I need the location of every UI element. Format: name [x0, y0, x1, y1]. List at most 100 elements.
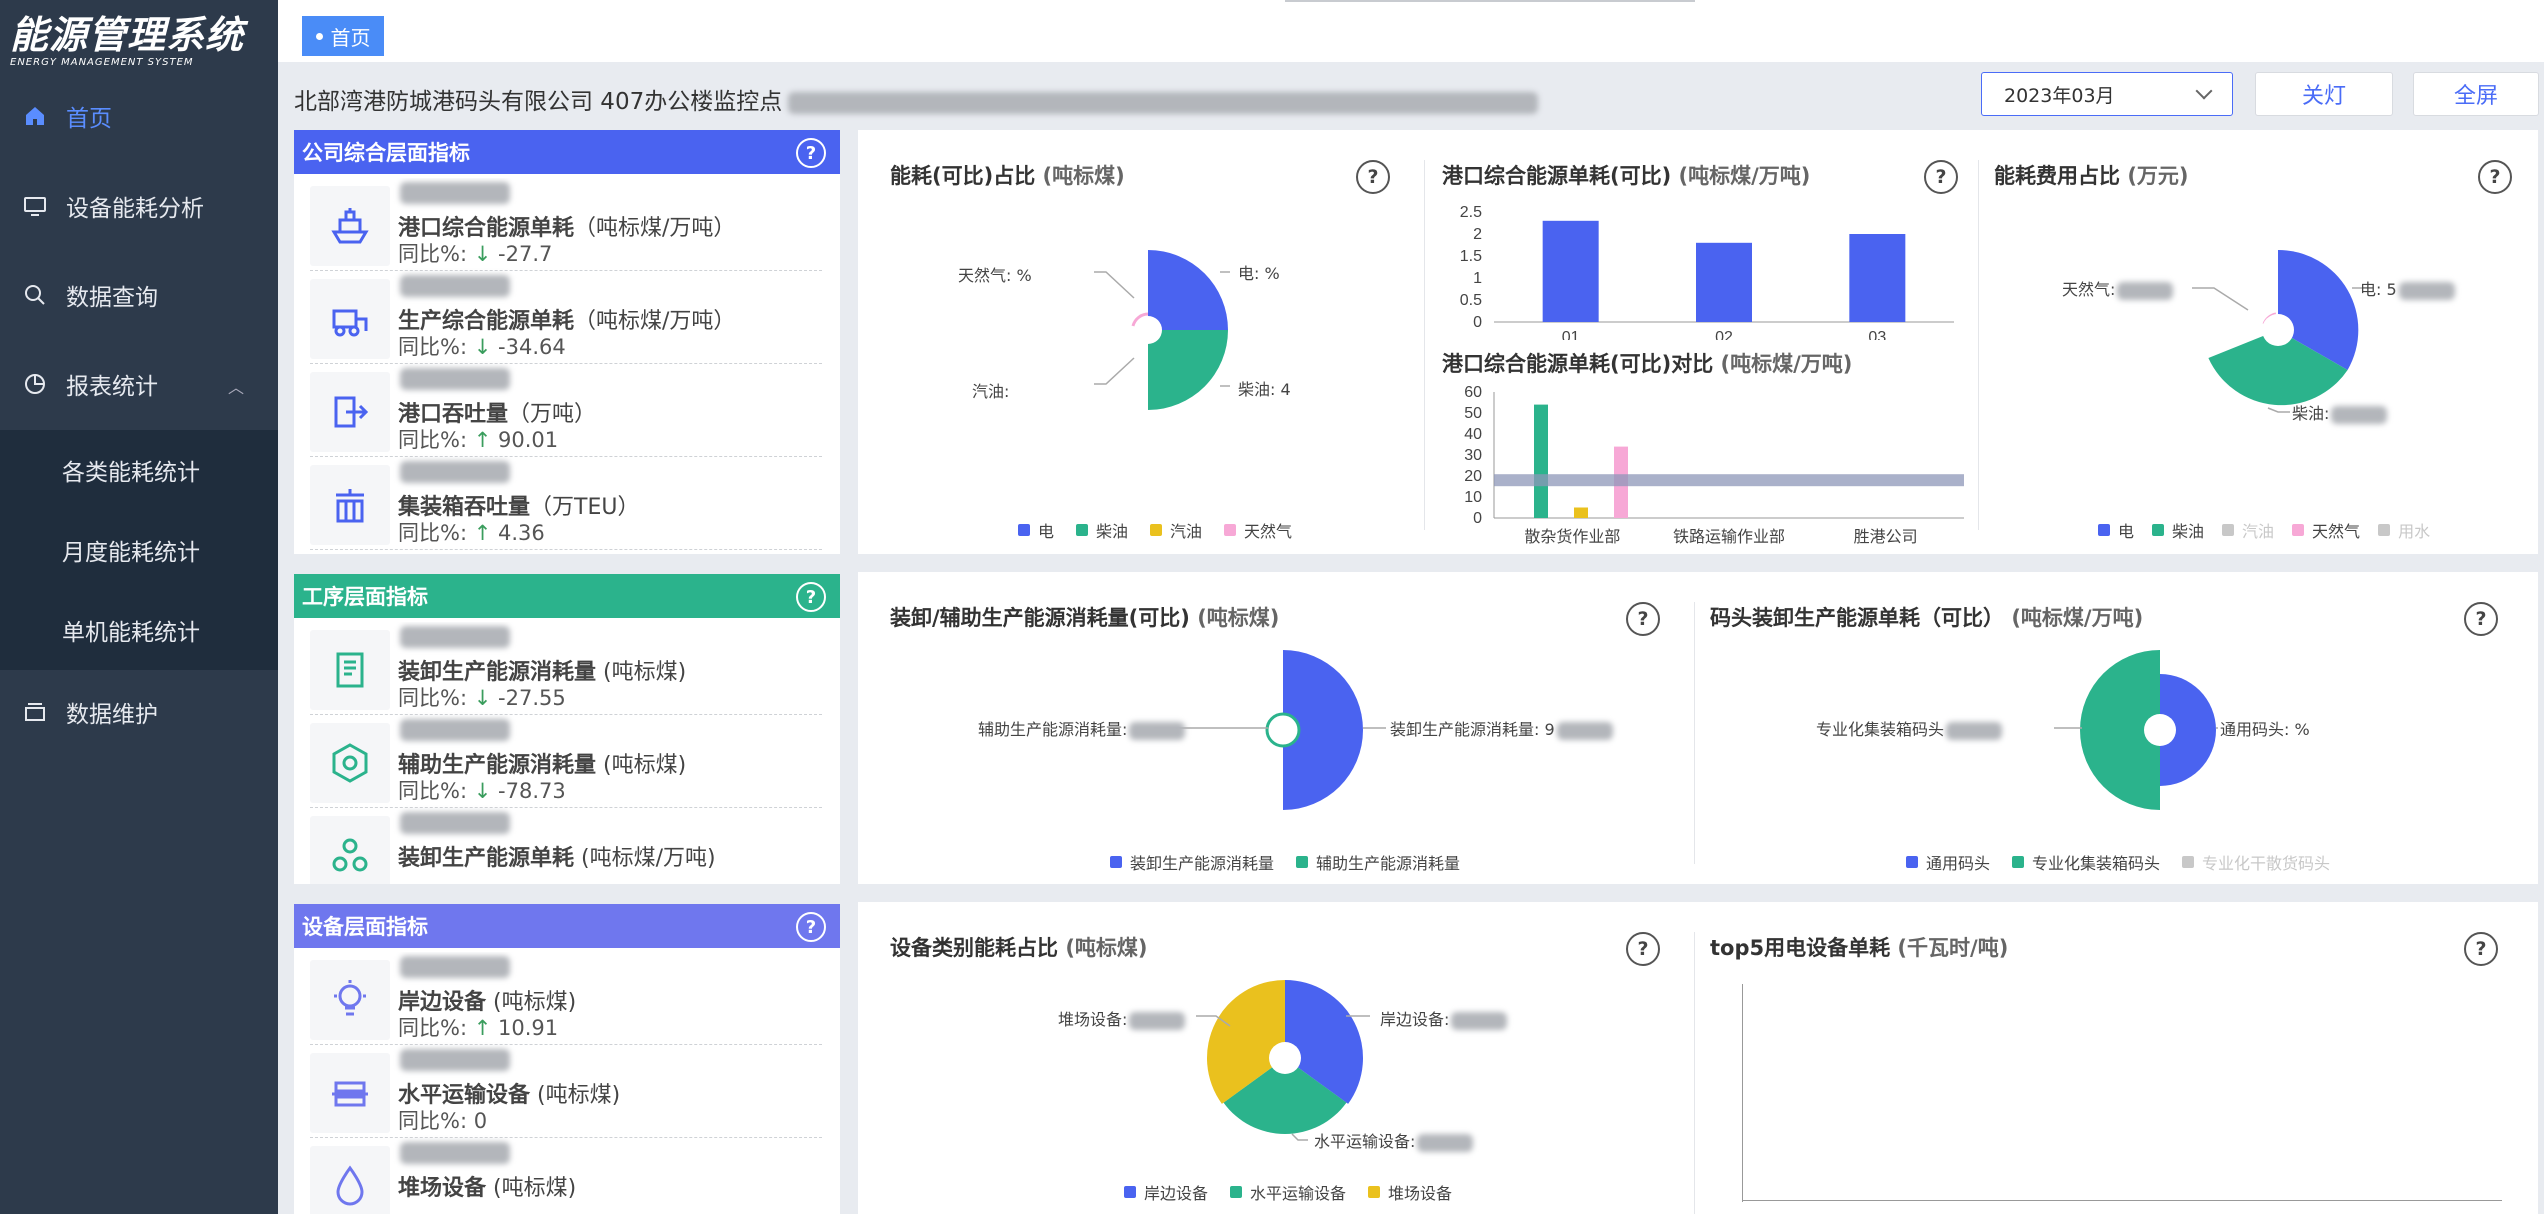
help-icon[interactable]: ?: [1924, 160, 1958, 194]
home-icon: [22, 103, 48, 129]
legend-label: 汽油: [2242, 522, 2275, 541]
legend-item[interactable]: 装卸生产能源消耗量: [1110, 850, 1274, 874]
pie-slice-0[interactable]: [1148, 250, 1228, 330]
y-tick-label: 0.5: [1460, 292, 1482, 309]
nav-equipment-analysis[interactable]: 设备能耗分析: [0, 162, 278, 250]
redacted-value: [1417, 1133, 1474, 1152]
slice-label-text: 岸边设备:: [1380, 1010, 1450, 1029]
indicator-yoy: 同比%: ↓ -27.55: [398, 682, 566, 712]
monitor-icon: [22, 193, 48, 219]
bar[interactable]: [1574, 507, 1588, 519]
handling-aux-legend: 装卸生产能源消耗量 辅助生产能源消耗量: [1110, 850, 1460, 874]
month-select[interactable]: 2023年03月: [1981, 72, 2233, 116]
lights-off-button[interactable]: 关灯: [2255, 72, 2393, 116]
company-panel-header: 公司综合层面指标 ?: [294, 130, 840, 174]
indicator-unit: （吨标煤/万吨）: [574, 309, 736, 334]
chart-card-row3: 设备类别能耗占比 (吨标煤) ? 堆场设备: 岸边设备: 水平运输设备: 岸边设…: [858, 902, 2538, 1214]
forklift-icon: [310, 279, 390, 359]
pie-slice-1[interactable]: [1265, 712, 1301, 748]
slice-label-text: 天然气:: [2062, 280, 2116, 299]
top5-x-axis: [1742, 1200, 2502, 1201]
bar[interactable]: [1696, 242, 1752, 322]
legend-item[interactable]: 辅助生产能源消耗量: [1296, 850, 1460, 874]
tab-home[interactable]: 首页: [302, 16, 384, 56]
process-panel: 工序层面指标 ? 装卸生产能源消耗量 (吨标煤) 同比%: ↓ -27.55 辅…: [294, 574, 840, 884]
x-tick-label: 散杂货作业部: [1524, 528, 1620, 546]
help-icon[interactable]: ?: [2464, 932, 2498, 966]
ship-icon: [310, 186, 390, 266]
redacted-value: [400, 626, 510, 648]
legend-item[interactable]: 专业化干散货码头: [2182, 850, 2330, 874]
yoy-value: -27.7: [498, 242, 553, 266]
x-tick-label: 03: [1868, 329, 1886, 340]
legend-item[interactable]: 汽油: [2222, 518, 2274, 542]
top5-title-text: top5用电设备单耗: [1710, 936, 1891, 960]
y-tick-label: 2.5: [1460, 204, 1482, 221]
legend-item[interactable]: 汽油: [1150, 518, 1202, 542]
slice-label: 岸边设备:: [1380, 1006, 1508, 1030]
slice-label-text: 柴油:: [2292, 404, 2330, 423]
help-icon[interactable]: ?: [796, 582, 826, 612]
legend-item[interactable]: 柴油: [1076, 518, 1128, 542]
indicator-unit: (吨标煤): [596, 753, 687, 778]
leader-line: [2267, 407, 2290, 413]
y-tick-label: 20: [1464, 468, 1482, 485]
yoy-value: 90.01: [498, 428, 559, 452]
subnav-single-machine-label: 单机能耗统计: [62, 620, 200, 646]
legend-item[interactable]: 电: [1018, 518, 1054, 542]
arrow-down-icon: ↓: [473, 779, 492, 803]
yoy-value: 10.91: [498, 1016, 559, 1040]
yoy-label: 同比%:: [398, 779, 468, 803]
leader-line: [1094, 271, 1135, 299]
port-compare-chart: 60 50 40 30 20 10 0 散杂货作业部 铁路运输作业部 胜港公司: [1464, 384, 1964, 546]
redacted-text: [788, 91, 1539, 114]
slice-label: 装卸生产能源消耗量: 9: [1390, 716, 1613, 740]
legend-item[interactable]: 电: [2098, 518, 2134, 542]
bulb-icon: [310, 960, 390, 1040]
nav-home[interactable]: 首页: [0, 72, 278, 160]
subnav-single-machine[interactable]: 单机能耗统计: [0, 590, 278, 670]
list-item: 堆场设备 (吨标煤): [310, 1138, 822, 1214]
stack-icon: [22, 699, 48, 725]
help-icon[interactable]: ?: [796, 912, 826, 942]
redacted-value: [400, 275, 510, 297]
nav-data-maintenance[interactable]: 数据维护: [0, 668, 278, 756]
indicator-yoy: 同比%: ↑ 90.01: [398, 424, 558, 454]
help-icon[interactable]: ?: [796, 138, 826, 168]
fullscreen-button[interactable]: 全屏: [2413, 72, 2539, 116]
cluster-icon: [310, 816, 390, 884]
subnav-monthly-energy[interactable]: 月度能耗统计: [0, 510, 278, 590]
legend-item[interactable]: 堆场设备: [1368, 1180, 1452, 1204]
chevron-down-icon: [2195, 82, 2213, 100]
subnav-energy-by-type[interactable]: 各类能耗统计: [0, 430, 278, 510]
yoy-label: 同比%:: [398, 335, 468, 359]
legend-item[interactable]: 天然气: [1224, 518, 1292, 542]
pie-hole: [2144, 714, 2176, 746]
nav-data-query[interactable]: 数据查询: [0, 251, 278, 339]
arrow-down-icon: ↓: [473, 242, 492, 266]
slice-label: 堆场设备:: [1058, 1006, 1186, 1030]
redacted-value: [400, 812, 510, 834]
nav-reports[interactable]: 报表统计 ︿: [0, 340, 278, 428]
bar[interactable]: [1849, 234, 1906, 322]
subnav-monthly-energy-label: 月度能耗统计: [62, 540, 200, 566]
slice-label-text: 专业化集装箱码头: [1816, 720, 1945, 739]
redacted-value: [400, 182, 510, 204]
port-unit-title-text: 港口综合能源单耗(可比): [1442, 164, 1672, 188]
bar[interactable]: [1534, 404, 1548, 518]
pie-slice-1[interactable]: [1148, 330, 1228, 410]
legend-item[interactable]: 用水: [2378, 518, 2430, 542]
legend-item[interactable]: 柴油: [2152, 518, 2204, 542]
legend-item[interactable]: 岸边设备: [1124, 1180, 1208, 1204]
pie-hole: [2262, 314, 2294, 346]
energy-share-legend: 电 柴油 汽油 天然气: [1018, 518, 1292, 542]
legend-item[interactable]: 天然气: [2292, 518, 2360, 542]
indicator-unit: （万TEU）: [530, 495, 640, 520]
legend-label: 水平运输设备: [1250, 1184, 1347, 1203]
legend-item[interactable]: 水平运输设备: [1230, 1180, 1346, 1204]
legend-item[interactable]: 专业化集装箱码头: [2012, 850, 2160, 874]
legend-item[interactable]: 通用码头: [1906, 850, 1990, 874]
nav-reports-label: 报表统计: [66, 374, 158, 400]
bar[interactable]: [1542, 220, 1599, 322]
nav-data-query-label: 数据查询: [66, 285, 158, 311]
